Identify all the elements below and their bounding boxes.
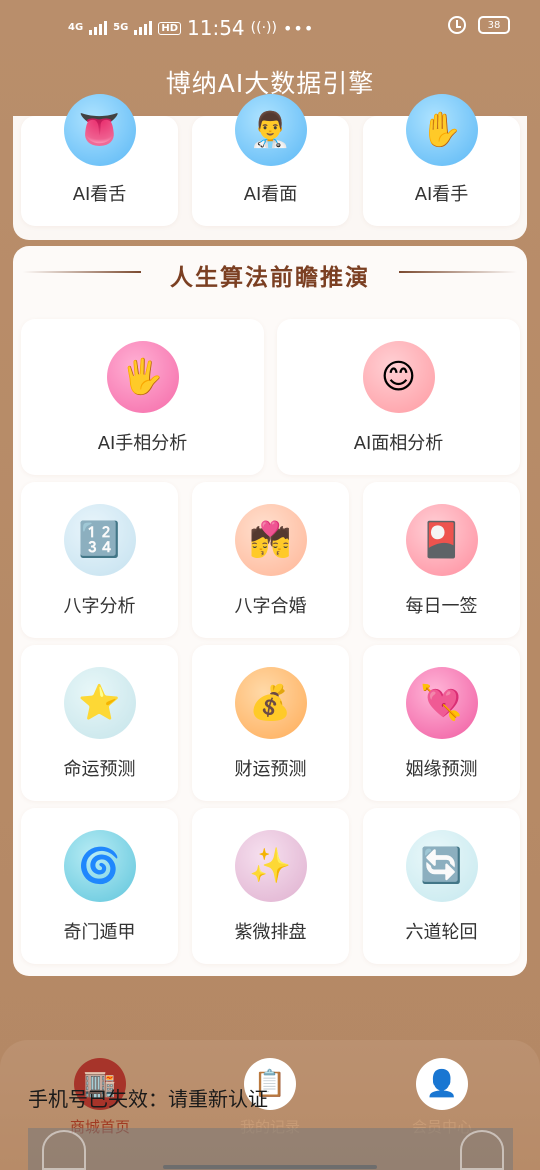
user-emoji: 👤 xyxy=(425,1069,459,1099)
tab-member-center[interactable]: 👤 会员中心 xyxy=(392,1058,492,1137)
tile-label: 八字合婚 xyxy=(234,596,307,617)
hd-badge: HD xyxy=(158,21,182,35)
system-nav-bar xyxy=(28,1128,513,1170)
battery-icon: 38 xyxy=(478,16,510,34)
numbers-emoji: 🔢 xyxy=(78,520,121,560)
tile-label: 姻缘预测 xyxy=(405,759,478,780)
qimen-dunjia-tile[interactable]: 🌀 奇门遁甲 xyxy=(21,808,178,964)
status-bar: 4G 5G HD 11:54 ((·)) ••• 38 xyxy=(0,14,540,46)
status-right: 38 xyxy=(448,16,510,34)
decorative-corner-icon xyxy=(42,1130,86,1170)
signal-4g-label: 4G xyxy=(68,22,84,33)
marriage-prediction-tile[interactable]: 💘 姻缘预测 xyxy=(363,645,520,801)
wealth-prediction-tile[interactable]: 💰 财运预测 xyxy=(192,645,349,801)
cycle-arrows-emoji: 🔄 xyxy=(420,846,463,886)
tile-label: 财运预测 xyxy=(234,759,307,780)
tile-label: AI看手 xyxy=(414,184,469,205)
decorative-corner-icon xyxy=(460,1130,504,1170)
signal-5g-label: 5G xyxy=(113,22,129,33)
six-paths-tile[interactable]: 🔄 六道轮回 xyxy=(363,808,520,964)
flower-card-emoji: 🎴 xyxy=(420,520,463,560)
bazi-marriage-tile[interactable]: 💏 八字合婚 xyxy=(192,482,349,638)
ai-face-analysis-tile[interactable]: 😊 AI面相分析 xyxy=(277,319,520,475)
star-icon: ⭐ xyxy=(63,667,136,739)
signal-bars-icon xyxy=(134,21,153,35)
cycle-arrows-icon: 🔄 xyxy=(405,830,478,902)
title-divider-right xyxy=(399,271,517,273)
ai-hand-tile[interactable]: ✋ AI看手 xyxy=(363,94,520,226)
smile-icon: 😊 xyxy=(362,341,435,413)
ziwei-chart-tile[interactable]: ✨ 紫微排盘 xyxy=(192,808,349,964)
more-dots-icon: ••• xyxy=(282,18,315,38)
ai-diagnosis-card: 👅 AI看舌 👨‍⚕️ AI看面 ✋ AI看手 xyxy=(13,94,527,240)
daily-lot-tile[interactable]: 🎴 每日一签 xyxy=(363,482,520,638)
tile-label: 紫微排盘 xyxy=(234,922,307,943)
status-left: 4G 5G HD 11:54 ((·)) ••• xyxy=(68,16,314,40)
home-gesture-handle[interactable] xyxy=(163,1165,377,1169)
ai-tongue-tile[interactable]: 👅 AI看舌 xyxy=(21,94,178,226)
cyclone-icon: 🌀 xyxy=(63,830,136,902)
ai-palm-analysis-tile[interactable]: 🖐️ AI手相分析 xyxy=(21,319,264,475)
tile-label: 六道轮回 xyxy=(405,922,478,943)
section-title: 人生算法前瞻推演 xyxy=(170,265,370,291)
alarm-icon xyxy=(448,16,466,34)
wifi-call-icon: ((·)) xyxy=(250,20,277,36)
tile-label: 命运预测 xyxy=(63,759,136,780)
tongue-emoji: 👅 xyxy=(78,110,121,150)
bazi-analysis-tile[interactable]: 🔢 八字分析 xyxy=(21,482,178,638)
auth-expired-toast: 手机号已失效：请重新认证 xyxy=(28,1087,268,1111)
tile-label: AI看面 xyxy=(243,184,298,205)
ai-face-tile[interactable]: 👨‍⚕️ AI看面 xyxy=(192,94,349,226)
palm-icon: 🖐️ xyxy=(106,341,179,413)
star-emoji: ⭐ xyxy=(78,683,121,723)
tile-label: 八字分析 xyxy=(63,596,136,617)
tile-label: 每日一签 xyxy=(405,596,478,617)
doctor-emoji: 👨‍⚕️ xyxy=(249,110,292,150)
money-bag-emoji: 💰 xyxy=(249,683,292,723)
doctor-icon: 👨‍⚕️ xyxy=(234,94,307,166)
couple-emoji: 💏 xyxy=(249,520,292,560)
tile-label: 奇门遁甲 xyxy=(63,922,136,943)
flower-card-icon: 🎴 xyxy=(405,504,478,576)
tile-label: AI面相分析 xyxy=(353,433,444,454)
hand-icon: ✋ xyxy=(405,94,478,166)
heart-arrow-emoji: 💘 xyxy=(420,683,463,723)
numbers-icon: 🔢 xyxy=(63,504,136,576)
hand-emoji: ✋ xyxy=(420,110,463,150)
user-icon: 👤 xyxy=(416,1058,468,1110)
life-algorithm-card: 人生算法前瞻推演 🖐️ AI手相分析 😊 AI面相分析 🔢 八字分析 💏 八字合… xyxy=(13,246,527,976)
sparkles-icon: ✨ xyxy=(234,830,307,902)
sparkles-emoji: ✨ xyxy=(249,846,292,886)
palm-emoji: 🖐️ xyxy=(121,357,164,397)
tile-label: AI看舌 xyxy=(72,184,127,205)
tongue-icon: 👅 xyxy=(63,94,136,166)
heart-arrow-icon: 💘 xyxy=(405,667,478,739)
money-bag-icon: 💰 xyxy=(234,667,307,739)
cyclone-emoji: 🌀 xyxy=(78,846,121,886)
signal-bars-icon xyxy=(89,21,108,35)
battery-level: 38 xyxy=(487,19,501,31)
fate-prediction-tile[interactable]: ⭐ 命运预测 xyxy=(21,645,178,801)
tile-label: AI手相分析 xyxy=(97,433,188,454)
smile-emoji: 😊 xyxy=(380,357,417,397)
couple-icon: 💏 xyxy=(234,504,307,576)
status-time: 11:54 xyxy=(187,16,245,40)
screen: 4G 5G HD 11:54 ((·)) ••• 38 博纳AI大数据引擎 👅 … xyxy=(0,0,540,1170)
